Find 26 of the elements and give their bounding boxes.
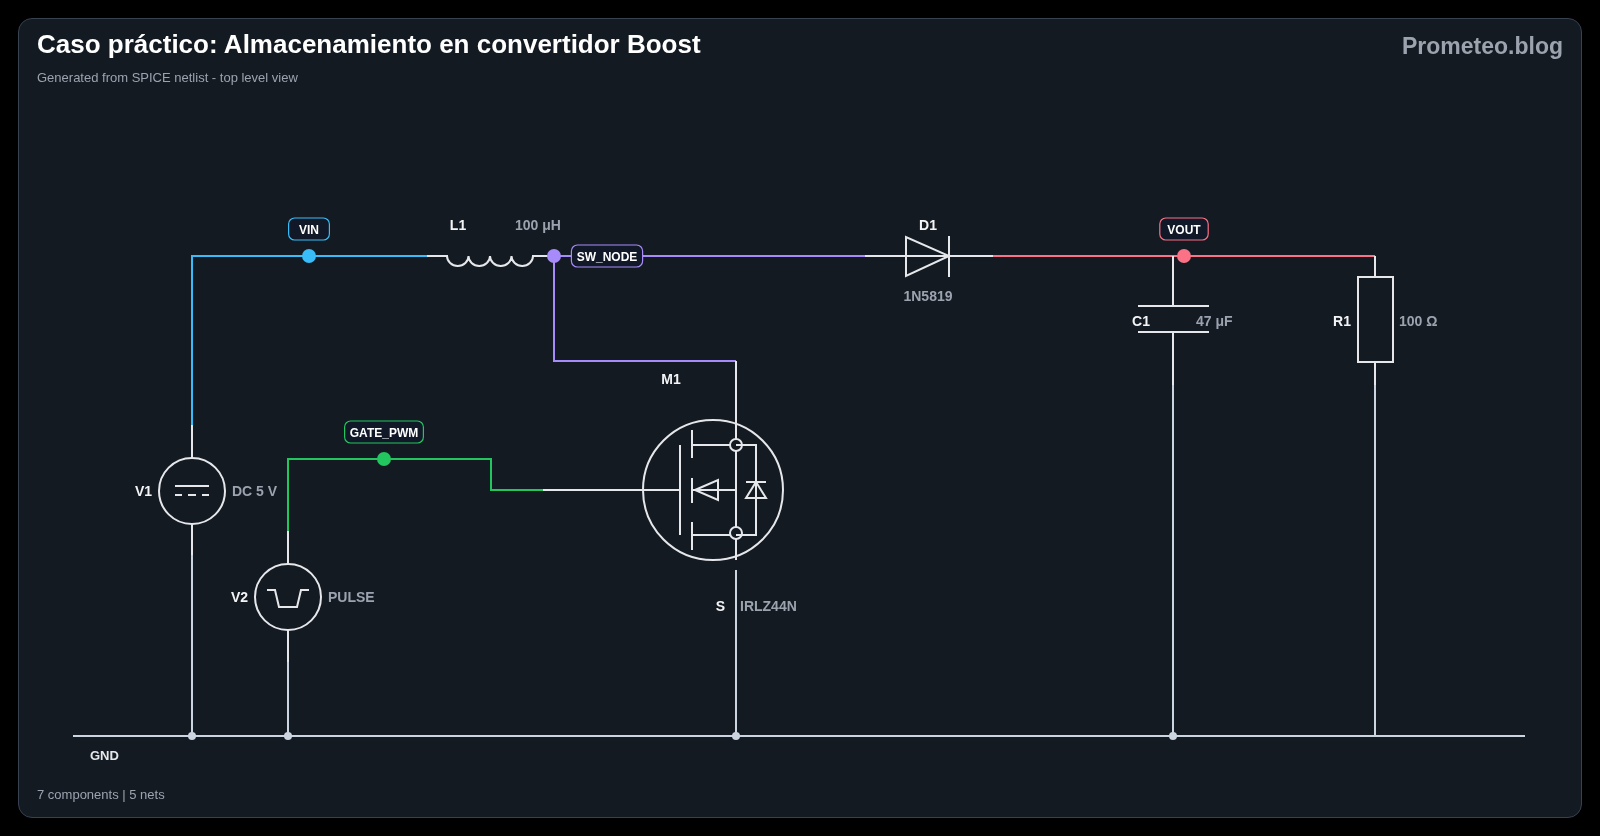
designator-label: L1 <box>449 217 467 233</box>
designator-label: V1 <box>134 483 152 499</box>
designator-label: D1 <box>919 217 937 233</box>
value-label: 1N5819 <box>903 288 953 304</box>
net-label: VIN <box>288 217 330 241</box>
net-label: VOUT <box>1159 217 1209 241</box>
designator-label: R1 <box>1333 313 1351 329</box>
value-label: 100 Ω <box>1399 313 1438 329</box>
pin-label: S <box>715 598 725 614</box>
status-text: 7 components | 5 nets <box>36 786 166 802</box>
designator-label: C1 <box>1132 313 1150 329</box>
net-label: SW_NODE <box>570 244 644 268</box>
net-label: GATE_PWM <box>344 420 424 444</box>
value-label: DC 5 V <box>232 483 278 499</box>
dc-source-symbol <box>158 457 226 525</box>
schematic-subtitle: Generated from SPICE netlist - top level view <box>37 70 299 85</box>
site-brand: Prometeo.blog <box>1402 33 1563 60</box>
value-label: PULSE <box>328 589 375 605</box>
value-label: 100 μH <box>515 217 561 233</box>
schematic-title: Caso práctico: Almacenamiento en convertidor Boost <box>37 29 701 60</box>
designator-label: M1 <box>661 371 681 387</box>
value-label: 47 μF <box>1196 313 1233 329</box>
designator-label: V2 <box>230 589 248 605</box>
value-label: IRLZ44N <box>740 598 797 614</box>
pulse-source-symbol <box>254 563 322 631</box>
net-label: GND <box>90 748 119 763</box>
